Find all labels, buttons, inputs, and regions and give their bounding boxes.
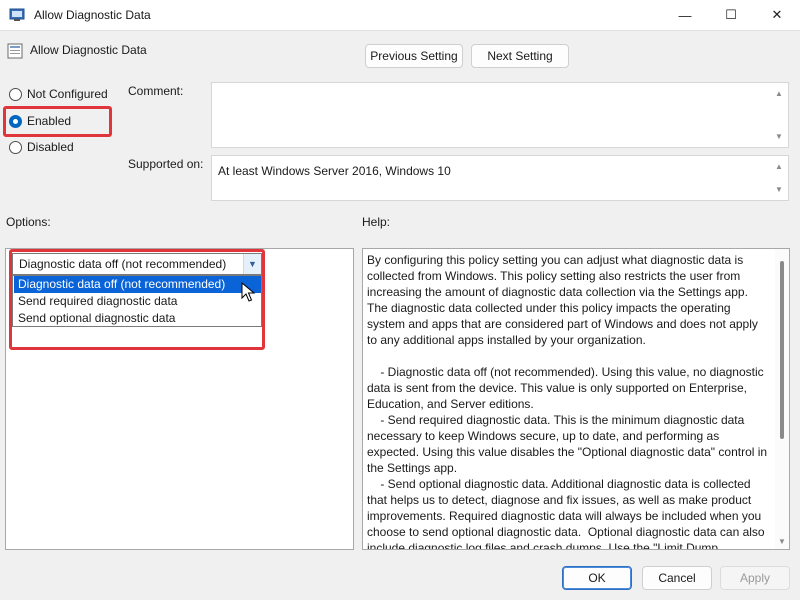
comment-scrollbar[interactable]: ▲ ▼ <box>771 83 788 147</box>
supported-on-field: At least Windows Server 2016, Windows 10… <box>211 155 789 201</box>
scrollbar-thumb[interactable] <box>780 261 784 439</box>
ok-button[interactable]: OK <box>562 566 632 590</box>
window-title: Allow Diagnostic Data <box>34 8 151 22</box>
minimize-button[interactable]: — <box>662 0 708 30</box>
previous-setting-button[interactable]: Previous Setting <box>365 44 463 68</box>
scroll-down-icon[interactable]: ▼ <box>775 185 783 194</box>
comment-input[interactable]: ▲ ▼ <box>211 82 789 148</box>
supported-on-value: At least Windows Server 2016, Windows 10 <box>218 164 451 178</box>
cancel-button[interactable]: Cancel <box>642 566 712 590</box>
supported-on-label: Supported on: <box>128 157 204 171</box>
options-label: Options: <box>6 215 51 229</box>
radio-disabled[interactable]: Disabled <box>9 140 74 154</box>
radio-label: Not Configured <box>27 87 108 101</box>
close-button[interactable]: ✕ <box>754 0 800 30</box>
help-label: Help: <box>362 215 391 229</box>
scroll-up-icon[interactable]: ▲ <box>775 162 783 171</box>
radio-not-configured[interactable]: Not Configured <box>9 87 108 101</box>
policy-setting-icon <box>7 43 23 59</box>
maximize-icon: ☐ <box>725 7 737 22</box>
title-bar: Allow Diagnostic Data — ☐ ✕ <box>0 0 800 30</box>
help-text: By configuring this policy setting you c… <box>367 253 768 550</box>
radio-label: Disabled <box>27 140 74 154</box>
maximize-button[interactable]: ☐ <box>708 0 754 30</box>
close-icon: ✕ <box>771 7 783 22</box>
radio-button[interactable] <box>9 140 22 154</box>
supported-scrollbar[interactable]: ▲ ▼ <box>771 156 788 200</box>
scroll-up-icon[interactable]: ▲ <box>775 89 783 98</box>
apply-button[interactable]: Apply <box>720 566 790 590</box>
scroll-down-icon[interactable]: ▼ <box>778 537 786 546</box>
group-policy-app-icon <box>9 8 25 21</box>
minimize-icon: — <box>678 7 692 23</box>
help-scrollbar[interactable]: ▼ <box>775 249 789 549</box>
next-setting-button[interactable]: Next Setting <box>471 44 569 68</box>
comment-label: Comment: <box>128 84 184 98</box>
scroll-down-icon[interactable]: ▼ <box>775 132 783 141</box>
policy-name: Allow Diagnostic Data <box>30 43 147 57</box>
annotation-highlight-enabled <box>3 106 112 137</box>
annotation-highlight-dropdown <box>9 249 265 350</box>
radio-button[interactable] <box>9 87 22 101</box>
help-panel: By configuring this policy setting you c… <box>362 248 790 550</box>
mouse-cursor-icon <box>241 282 256 302</box>
